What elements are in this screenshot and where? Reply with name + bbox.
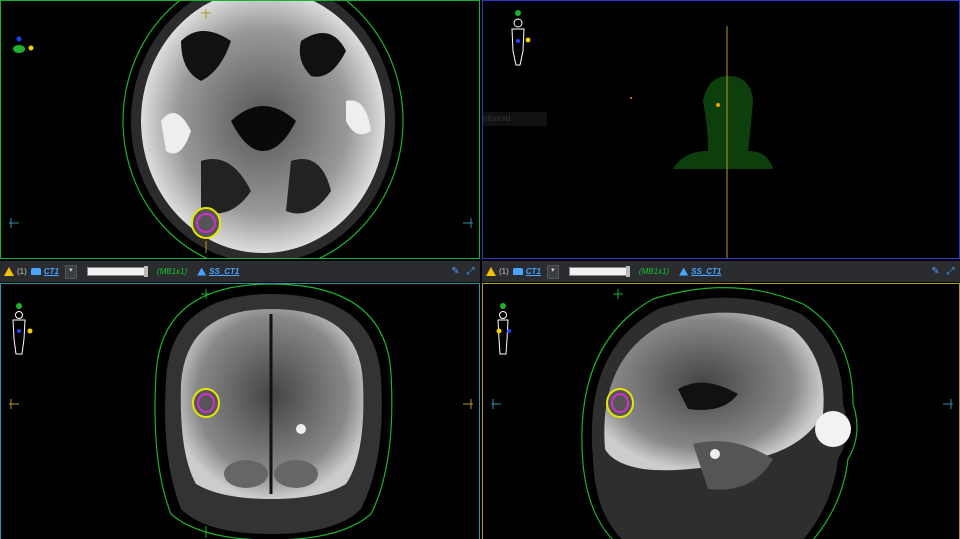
slider-thumb[interactable] [625,266,630,277]
ct-dropdown-button[interactable]: ▾ [64,264,77,279]
coronal-viewport[interactable] [0,283,480,539]
structure-set-icon [197,267,207,276]
window-level-slider[interactable] [568,266,630,277]
orientation-3d-icon [511,10,531,66]
viewport-toolbar-right: (1) CT1 ▾ (MB1x1) SS_CT1 ✎ ⤢ [482,261,960,282]
orientation-sagittal-icon [496,303,511,355]
slider-thumb[interactable] [143,266,148,277]
sagittal-viewport[interactable] [482,283,960,539]
orientation-axial-icon [13,36,34,53]
window-level-slider[interactable] [86,266,148,277]
head-model [673,76,773,169]
warning-indicator[interactable]: (1) [486,267,509,276]
window-label: (MB1x1) [156,267,188,276]
maximize-icon[interactable]: ⤢ [465,266,476,277]
axial-viewport[interactable] [0,0,480,259]
eye-globe [815,411,851,447]
orientation-coronal-icon [12,303,33,355]
sagittal-image [491,287,953,539]
ct-dropdown-button[interactable]: ▾ [546,264,559,279]
ct-icon [512,268,523,275]
viewport-toolbar-left: (1) CT1 ▾ (MB1x1) SS_CT1 ✎ ⤢ [0,261,480,282]
3d-render [511,10,773,258]
structure-set-link[interactable]: SS_CT1 [209,267,239,276]
structure-set-link[interactable]: SS_CT1 [691,267,721,276]
coronal-image [9,284,473,539]
draw-icon[interactable]: ✎ [930,266,941,277]
window-label: (MB1x1) [638,267,670,276]
warning-icon [486,267,496,276]
3d-viewport[interactable]: Fully Contoured [482,0,960,259]
ct-selector[interactable]: CT1 [30,267,59,276]
tooltip: Fully Contoured [483,112,547,126]
ct-icon [30,268,41,275]
warning-icon [4,267,14,276]
warning-indicator[interactable]: (1) [4,267,27,276]
ct-selector[interactable]: CT1 [512,267,541,276]
maximize-icon[interactable]: ⤢ [945,266,956,277]
structure-set-icon [679,267,689,276]
axial-image [9,1,473,258]
draw-icon[interactable]: ✎ [450,266,461,277]
